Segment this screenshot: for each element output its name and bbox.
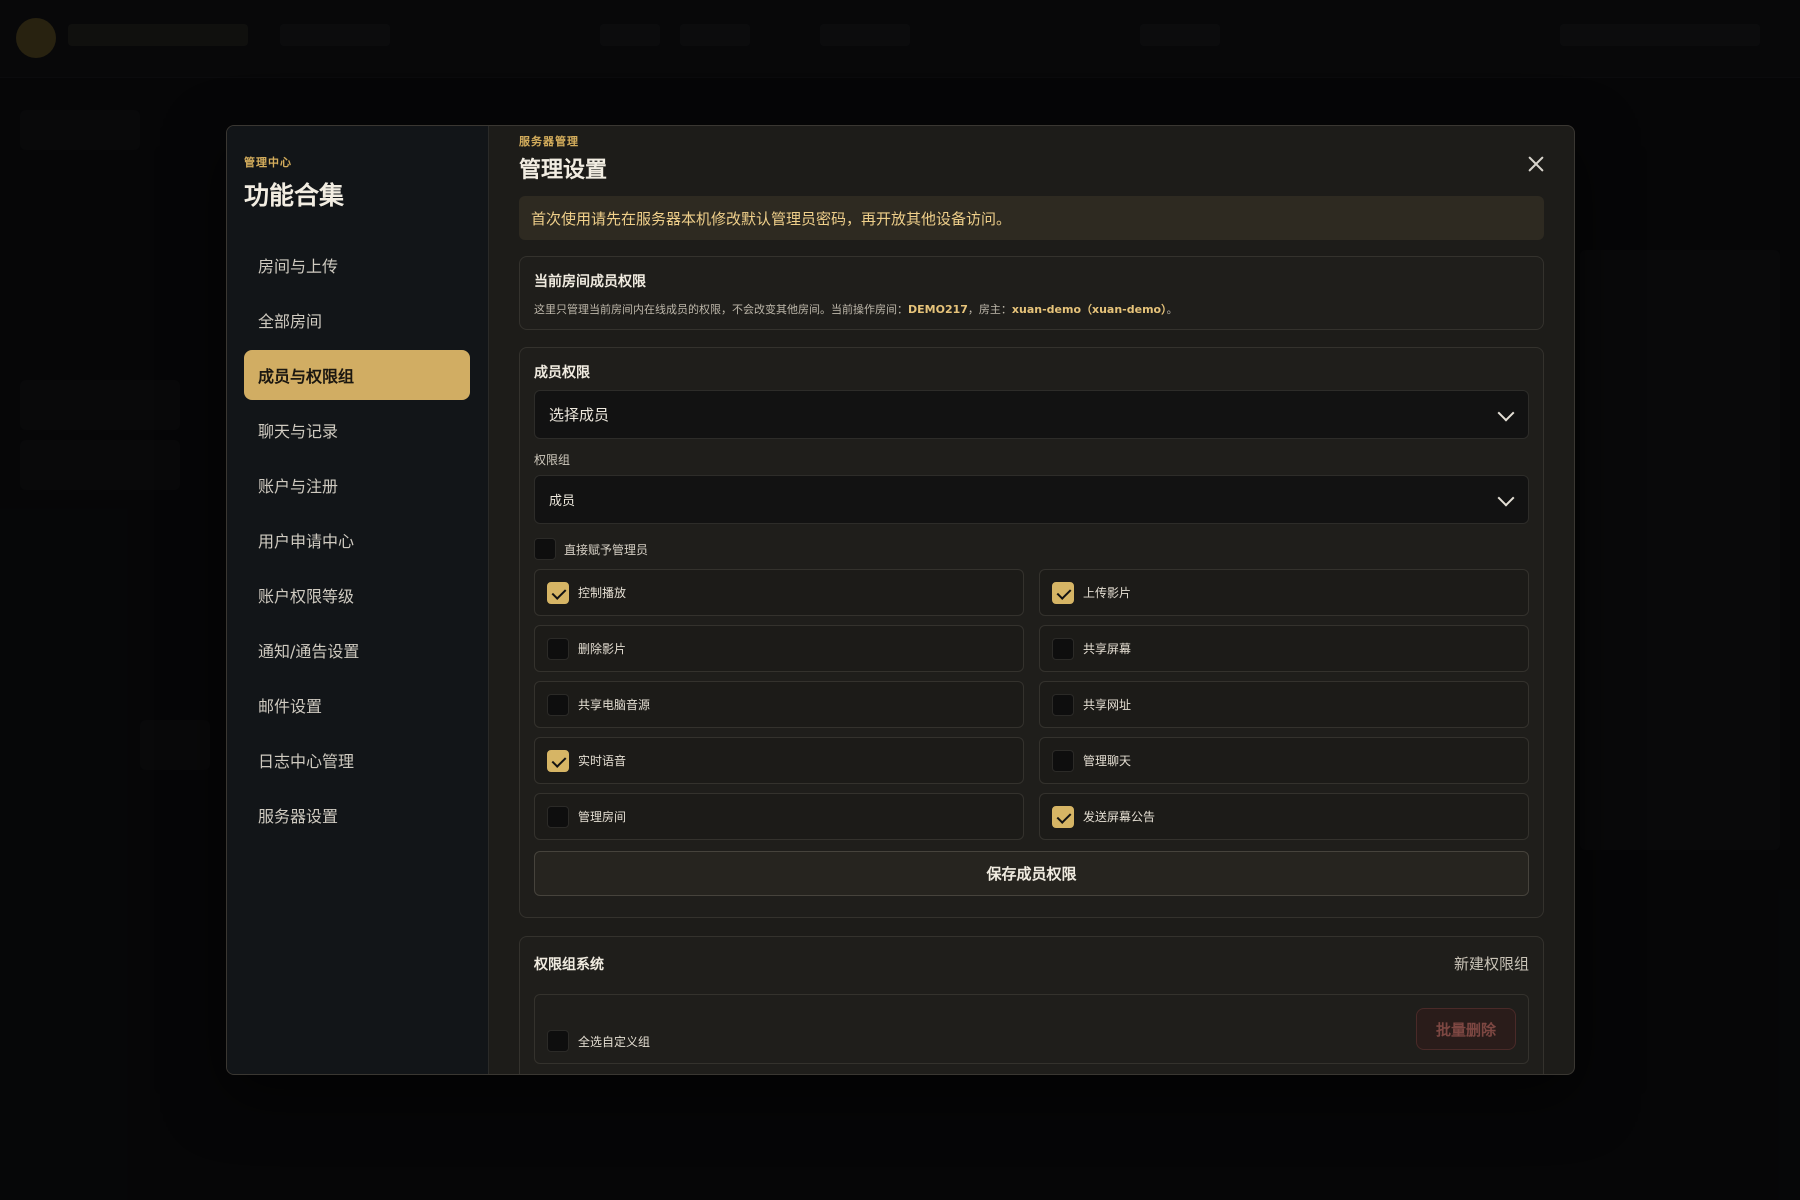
chevron-down-icon [1497, 404, 1515, 422]
permission-checkbox[interactable] [1052, 637, 1074, 660]
permission-label: 实时语音 [578, 754, 627, 768]
permission-label: 共享网址 [1083, 698, 1132, 712]
permission-label: 发送屏幕公告 [1083, 810, 1156, 824]
sidebar-item-server-settings[interactable]: 服务器设置 [244, 790, 470, 840]
sidebar-item-log-center[interactable]: 日志中心管理 [244, 735, 470, 785]
permission-label: 控制播放 [578, 586, 627, 600]
room-card-title: 当前房间成员权限 [534, 274, 646, 290]
group-select-value: 成员 [549, 494, 576, 509]
permission-label: 共享电脑音源 [578, 698, 651, 712]
permission-checkbox[interactable] [1052, 693, 1074, 716]
permission-checkbox[interactable] [547, 637, 569, 660]
direct-admin-label: 直接赋予管理员 [564, 542, 649, 557]
custom-group-list: 全选自定义组 批量删除 [534, 994, 1529, 1064]
room-owner: xuan-demo（xuan-demo） [1011, 303, 1167, 316]
permission-option-upload-video[interactable]: 上传影片 [1039, 569, 1529, 616]
select-all-label: 全选自定义组 [578, 1034, 651, 1049]
member-permission-title: 成员权限 [534, 365, 590, 381]
select-all-checkbox[interactable] [547, 1030, 569, 1052]
room-desc-prefix: 这里只管理当前房间内在线成员的权限，不会改变其他房间。当前操作房间： [534, 303, 908, 316]
permission-option-manage-room[interactable]: 管理房间 [534, 793, 1024, 840]
permission-checkbox[interactable] [547, 805, 569, 828]
permission-checkbox[interactable] [1052, 805, 1074, 828]
sidebar-item-accounts-register[interactable]: 账户与注册 [244, 460, 470, 510]
permission-checkbox[interactable] [547, 581, 569, 604]
permission-label: 管理聊天 [1083, 754, 1132, 768]
sidebar-item-mail-settings[interactable]: 邮件设置 [244, 680, 470, 730]
room-id: DEMO217 [908, 303, 968, 316]
permission-option-screen-announcement[interactable]: 发送屏幕公告 [1039, 793, 1529, 840]
chevron-down-icon [1497, 489, 1515, 507]
security-notice: 首次使用请先在服务器本机修改默认管理员密码，再开放其他设备访问。 [519, 196, 1544, 240]
permission-label: 共享屏幕 [1083, 642, 1132, 656]
main-kicker: 服务器管理 [519, 135, 579, 148]
permission-label: 管理房间 [578, 810, 627, 824]
permission-option-manage-chat[interactable]: 管理聊天 [1039, 737, 1529, 784]
permission-option-share-url[interactable]: 共享网址 [1039, 681, 1529, 728]
permission-checkbox[interactable] [547, 693, 569, 716]
permission-checkbox[interactable] [547, 749, 569, 772]
permission-option-control-playback[interactable]: 控制播放 [534, 569, 1024, 616]
page-title: 管理设置 [519, 158, 608, 183]
permission-label: 删除影片 [578, 642, 627, 656]
permission-option-share-screen[interactable]: 共享屏幕 [1039, 625, 1529, 672]
group-card-header: 权限组系统 新建权限组 [534, 953, 1529, 974]
group-select[interactable]: 成员 [534, 475, 1529, 524]
close-icon[interactable] [1524, 152, 1548, 176]
sidebar-item-notifications[interactable]: 通知/通告设置 [244, 625, 470, 675]
sidebar-menu: 房间与上传 全部房间 成员与权限组 聊天与记录 账户与注册 用户申请中心 账户权… [244, 240, 470, 840]
sidebar-item-account-levels[interactable]: 账户权限等级 [244, 570, 470, 620]
group-select-label: 权限组 [534, 453, 571, 467]
sidebar-item-members-groups[interactable]: 成员与权限组 [244, 350, 470, 400]
room-desc-suffix: 。 [1166, 303, 1178, 316]
select-all-groups-option[interactable]: 全选自定义组 [547, 1030, 650, 1052]
permission-option-live-voice[interactable]: 实时语音 [534, 737, 1024, 784]
room-card-description: 这里只管理当前房间内在线成员的权限，不会改变其他房间。当前操作房间：DEMO21… [534, 301, 1529, 317]
member-permission-card: 成员权限 选择成员 权限组 成员 直接赋予管理员 控制播放 上传影片 删除影片 … [519, 347, 1544, 918]
sidebar: 管理中心 功能合集 房间与上传 全部房间 成员与权限组 聊天与记录 账户与注册 … [227, 126, 489, 1074]
sidebar-item-user-requests[interactable]: 用户申请中心 [244, 515, 470, 565]
batch-delete-button[interactable]: 批量删除 [1416, 1008, 1516, 1050]
permission-checkbox[interactable] [1052, 749, 1074, 772]
permission-checkbox[interactable] [1052, 581, 1074, 604]
permission-grid: 控制播放 上传影片 删除影片 共享屏幕 共享电脑音源 共享网址 实时语音 管理聊… [534, 569, 1529, 840]
sidebar-item-chat-records[interactable]: 聊天与记录 [244, 405, 470, 455]
group-card-title: 权限组系统 [534, 956, 604, 973]
new-group-button[interactable]: 新建权限组 [1454, 953, 1529, 974]
direct-admin-option[interactable]: 直接赋予管理员 [534, 538, 1529, 560]
permission-option-share-audio[interactable]: 共享电脑音源 [534, 681, 1024, 728]
member-select-value: 选择成员 [549, 406, 610, 424]
permission-group-card: 权限组系统 新建权限组 全选自定义组 批量删除 [519, 936, 1544, 1074]
room-owner-prefix: ，房主： [967, 303, 1012, 316]
save-member-permissions-button[interactable]: 保存成员权限 [534, 851, 1529, 896]
member-select[interactable]: 选择成员 [534, 390, 1529, 439]
permission-option-delete-video[interactable]: 删除影片 [534, 625, 1024, 672]
sidebar-kicker: 管理中心 [244, 156, 292, 169]
sidebar-item-rooms-upload[interactable]: 房间与上传 [244, 240, 470, 290]
sidebar-item-all-rooms[interactable]: 全部房间 [244, 295, 470, 345]
admin-modal: 管理中心 功能合集 房间与上传 全部房间 成员与权限组 聊天与记录 账户与注册 … [226, 125, 1575, 1075]
permission-label: 上传影片 [1083, 586, 1132, 600]
sidebar-title: 功能合集 [244, 181, 345, 210]
room-permission-card: 当前房间成员权限 这里只管理当前房间内在线成员的权限，不会改变其他房间。当前操作… [519, 256, 1544, 330]
main-panel: 服务器管理 管理设置 首次使用请先在服务器本机修改默认管理员密码，再开放其他设备… [489, 126, 1574, 1074]
direct-admin-checkbox[interactable] [534, 538, 556, 560]
